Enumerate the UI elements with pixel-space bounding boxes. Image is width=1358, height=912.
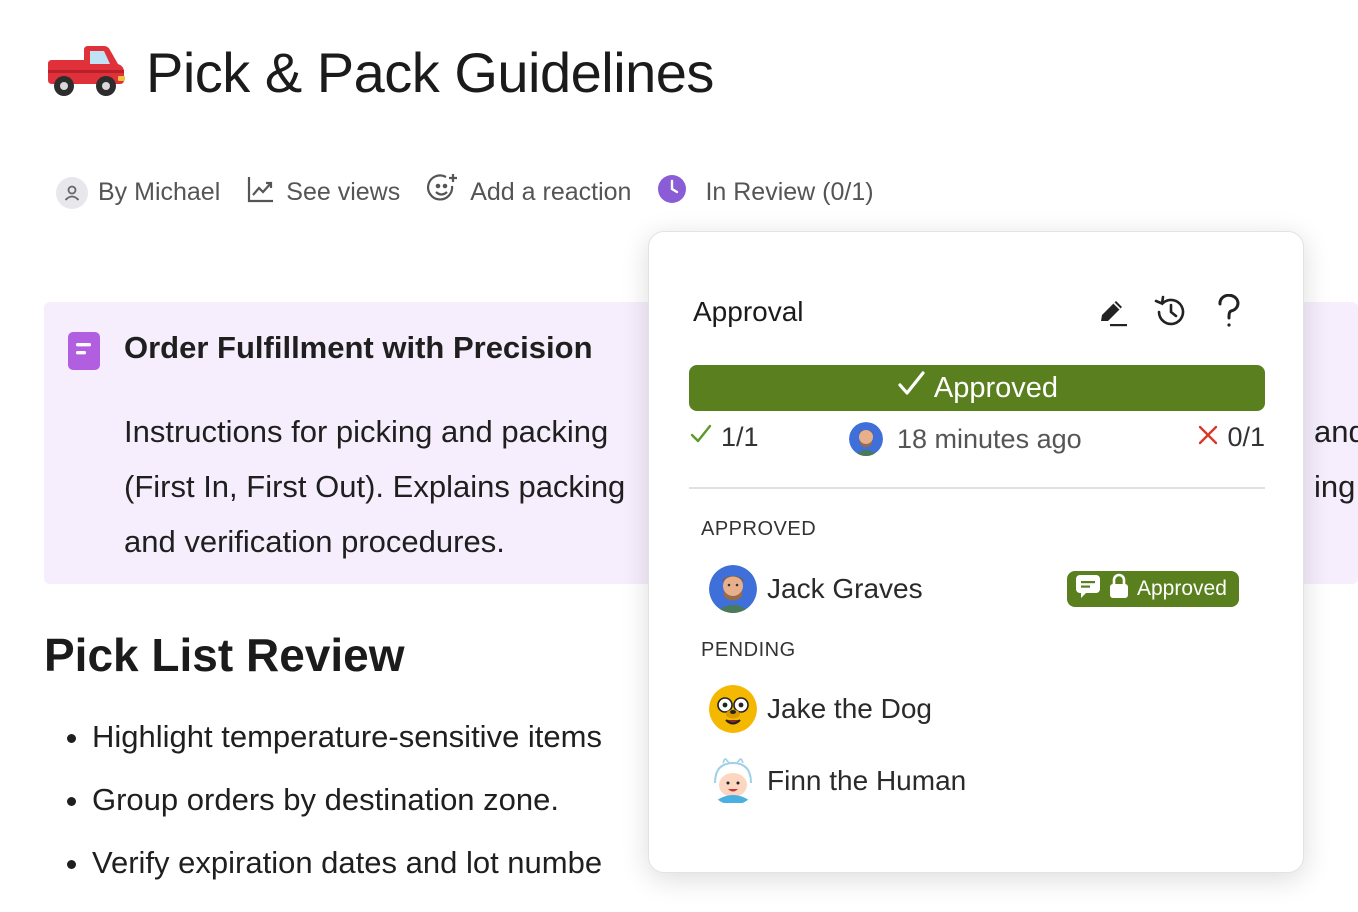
approval-time: 18 minutes ago [897,423,1082,454]
rejected-count: 0/1 [1197,422,1265,453]
chart-trend-icon [246,174,276,211]
avatar [709,757,757,805]
user-icon [56,176,88,209]
review-status-label: In Review (0/1) [705,178,874,206]
section-heading: Pick List Review [44,629,405,681]
approved-section-label: APPROVED [701,518,817,540]
approved-count-value: 1/1 [721,422,759,452]
person-name: Jake the Dog [767,693,932,724]
x-icon [1197,422,1219,453]
callout-tail-line: and [1314,414,1358,449]
list-item: Highlight temperature-sensitive items [92,712,602,775]
approved-count: 1/1 [689,422,759,453]
approval-popover: Approval Approved 1/1 18 minutes ago 0/1… [648,231,1304,873]
document-icon [68,332,100,375]
see-views-button[interactable]: See views [246,174,400,211]
list-item: Verify expiration dates and lot numbe [92,838,602,901]
page-meta-row: By Michael See views Add a reaction In R… [56,172,874,213]
comment-icon [1075,573,1101,605]
pickup-truck-icon [44,40,126,105]
review-status-button[interactable]: In Review (0/1) [657,174,874,211]
bullet-list: Highlight temperature-sensitive items Gr… [44,712,602,901]
author-label: By Michael [98,178,221,206]
edit-icon[interactable] [1095,294,1131,330]
check-icon [689,422,713,453]
approval-stats-row: 1/1 18 minutes ago 0/1 [689,422,1265,466]
approval-status-bar: Approved [689,365,1265,411]
lock-icon [1109,573,1129,605]
callout-body-tail: and ing [1314,404,1358,514]
pending-reviewer-row[interactable]: Finn the Human [709,757,966,805]
approval-status-label: Approved [933,371,1059,404]
rejected-count-value: 0/1 [1227,422,1265,452]
author-link[interactable]: By Michael [56,176,221,209]
add-reaction-label: Add a reaction [470,178,632,206]
list-item: Group orders by destination zone. [92,775,602,838]
clock-icon [657,174,687,211]
approver-row[interactable]: Jack Graves [709,565,923,613]
approved-badge-label: Approved [1137,577,1227,600]
pending-reviewer-row[interactable]: Jake the Dog [709,685,932,733]
avatar [709,565,757,613]
person-name: Jack Graves [767,573,923,604]
avatar [709,685,757,733]
pending-section-label: PENDING [701,639,796,661]
add-emoji-icon [426,172,460,213]
title-row: Pick & Pack Guidelines [44,40,714,105]
add-reaction-button[interactable]: Add a reaction [426,172,631,213]
see-views-label: See views [286,178,401,206]
popover-title: Approval [693,296,804,327]
last-approval: 18 minutes ago [849,422,1082,456]
callout-title: Order Fulfillment with Precision [124,330,593,365]
popover-toolbar [1095,294,1247,330]
divider [689,487,1265,489]
person-name: Finn the Human [767,765,967,796]
history-icon[interactable] [1153,294,1189,330]
approved-badge: Approved [1067,571,1239,607]
approver-avatar [849,422,883,456]
help-icon[interactable] [1211,294,1247,330]
checkmark-icon [896,369,926,407]
page-title: Pick & Pack Guidelines [146,41,714,104]
callout-tail-line: ing [1314,469,1356,504]
